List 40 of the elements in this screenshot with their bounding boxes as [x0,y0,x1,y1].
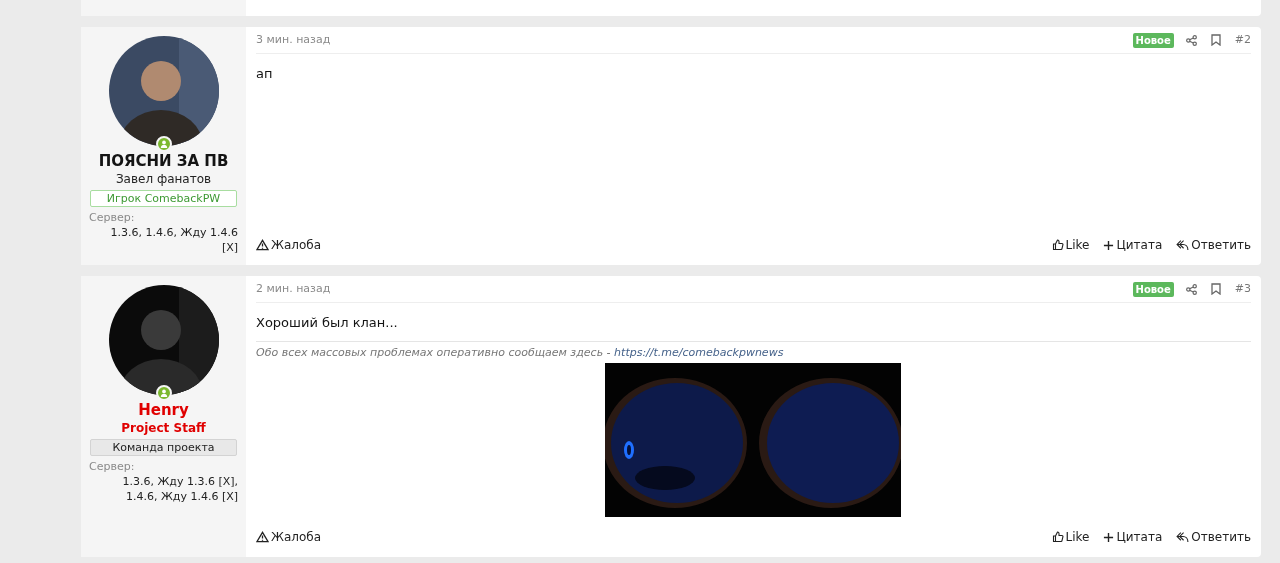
action-link[interactable]: Цитата [1103,528,1163,546]
username[interactable]: Henry [138,401,189,419]
plus-icon [1103,531,1115,543]
share-icon[interactable] [1185,34,1197,46]
bookmark-icon[interactable] [1210,283,1221,295]
action-link[interactable]: Ответить [1176,528,1251,546]
report-link[interactable]: Жалоба [256,236,322,254]
post-body: Хороший был клан... [256,314,399,332]
post-time: 2 мин. назад [256,280,331,297]
bookmark-icon[interactable] [1210,34,1221,46]
thumbs-up-icon [1051,239,1064,251]
action-link[interactable]: Like [1051,528,1090,546]
warning-icon [256,239,269,251]
server-label: Сервер: [89,459,135,474]
server-label: Сервер: [89,210,135,225]
post-body: ап [256,65,274,83]
signature-text: Обо всех массовых проблемах оперативно сообщаем здесь - https://t.me/comebackpwnews [256,345,785,361]
action-link[interactable]: Цитата [1103,236,1163,254]
server-value: 1.3.6, Жду 1.3.6 [X], 1.4.6, Жду 1.4.6 [X] [121,474,238,504]
user-banner: Игрок ComebackPW [90,190,237,207]
user-title: Завел фанатов [115,171,212,188]
reply-icon [1176,239,1190,251]
new-badge: Новое [1132,32,1174,48]
server-value: 1.3.6, 1.4.6, Жду 1.4.6 [X] [109,225,238,255]
username[interactable]: ПОЯСНИ ЗА ПВ [98,152,229,170]
user-banner: Команда проекта [90,439,237,456]
report-link[interactable]: Жалоба [256,528,322,546]
post-number-link[interactable]: #3 [1234,280,1251,298]
share-icon[interactable] [1185,283,1197,295]
action-link[interactable]: Ответить [1176,236,1251,254]
warning-icon [256,531,269,543]
reply-icon [1176,531,1190,543]
new-badge: Новое [1132,281,1174,297]
signature-link[interactable]: https://t.me/comebackpwnews [614,346,784,359]
action-link[interactable]: Like [1051,236,1090,254]
thumbs-up-icon [1051,531,1064,543]
post-number-link[interactable]: #2 [1234,31,1251,49]
plus-icon [1103,239,1115,251]
post-time: 3 мин. назад [256,31,331,48]
user-title: Project Staff [121,420,206,437]
